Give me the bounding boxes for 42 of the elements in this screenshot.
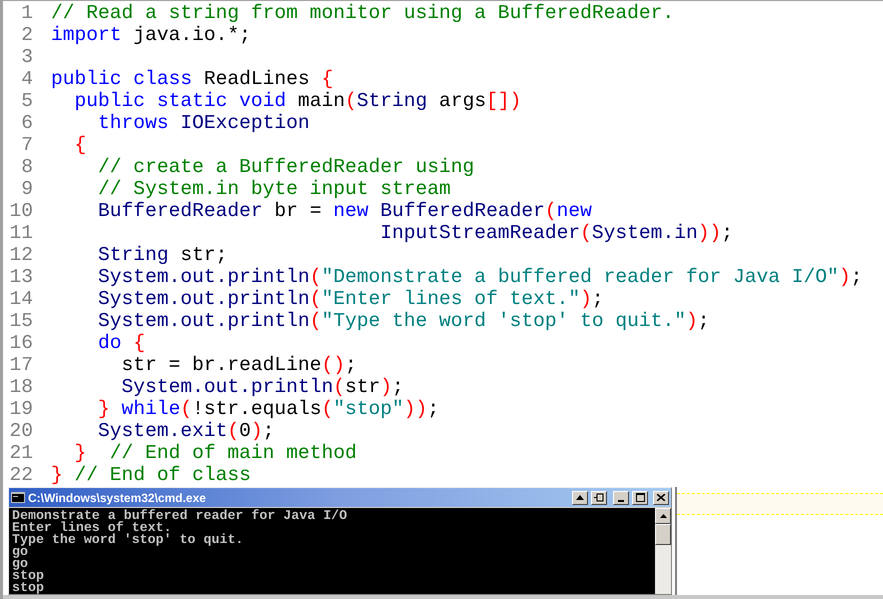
window-title: C:\Windows\system32\cmd.exe <box>28 492 206 504</box>
code-line: System.out.println("Enter lines of text."); <box>97 287 604 312</box>
triangle-up-icon <box>660 514 666 518</box>
console-line: stop <box>12 570 45 582</box>
maximize-button[interactable] <box>632 490 648 504</box>
minimize-icon <box>618 500 624 502</box>
code-line: BufferedReader br = new BufferedReader(new <box>97 199 592 224</box>
console-line: Type the word 'stop' to quit. <box>12 534 244 546</box>
code-line: System.exit(0); <box>97 419 274 444</box>
code-line: public static void main(String args[]) <box>74 89 522 114</box>
code-line: import java.io.*; <box>51 23 251 48</box>
code-line: } while(!str.equals("stop")); <box>97 397 440 422</box>
code-line: System.out.println(str); <box>120 375 404 400</box>
console-line: go <box>12 558 28 570</box>
code-line: throws IOException <box>97 111 310 136</box>
up-arrow-button[interactable] <box>572 490 588 504</box>
scrollbar-thumb[interactable] <box>655 524 671 545</box>
code-line: System.out.println("Type the word 'stop' to quit."); <box>97 309 710 334</box>
code-line: // System.in byte input stream <box>97 177 451 202</box>
console-line: go <box>12 546 28 558</box>
console-line: Demonstrate a buffered reader for Java I/O <box>12 510 348 522</box>
code-line: } // End of main method <box>74 441 357 466</box>
maximize-icon <box>636 493 644 502</box>
code-line: InputStreamReader(System.in)); <box>379 221 734 246</box>
close-button[interactable] <box>653 490 669 504</box>
pin-button[interactable] <box>591 490 607 504</box>
code-line: String str; <box>97 243 228 268</box>
triangle-up-icon <box>576 495 584 500</box>
pin-icon <box>594 493 604 502</box>
code-line: // Read a string from monitor using a BufferedReader. <box>51 1 674 26</box>
code-line: { <box>74 133 86 158</box>
console-line: Enter lines of text. <box>12 522 173 534</box>
code-line: System.out.println("Demonstrate a buffered reader for Java I/O"); <box>97 265 862 290</box>
minimize-button[interactable] <box>613 490 629 504</box>
code-line: public class ReadLines { <box>51 67 334 92</box>
code-line: // create a BufferedReader using <box>97 155 474 180</box>
code-line: } // End of class <box>51 463 251 488</box>
vertical-scrollbar[interactable] <box>655 508 671 594</box>
console-line: stop <box>12 582 45 594</box>
console-app-icon <box>11 492 25 503</box>
scroll-up-button[interactable] <box>655 508 671 524</box>
close-icon <box>657 494 665 501</box>
